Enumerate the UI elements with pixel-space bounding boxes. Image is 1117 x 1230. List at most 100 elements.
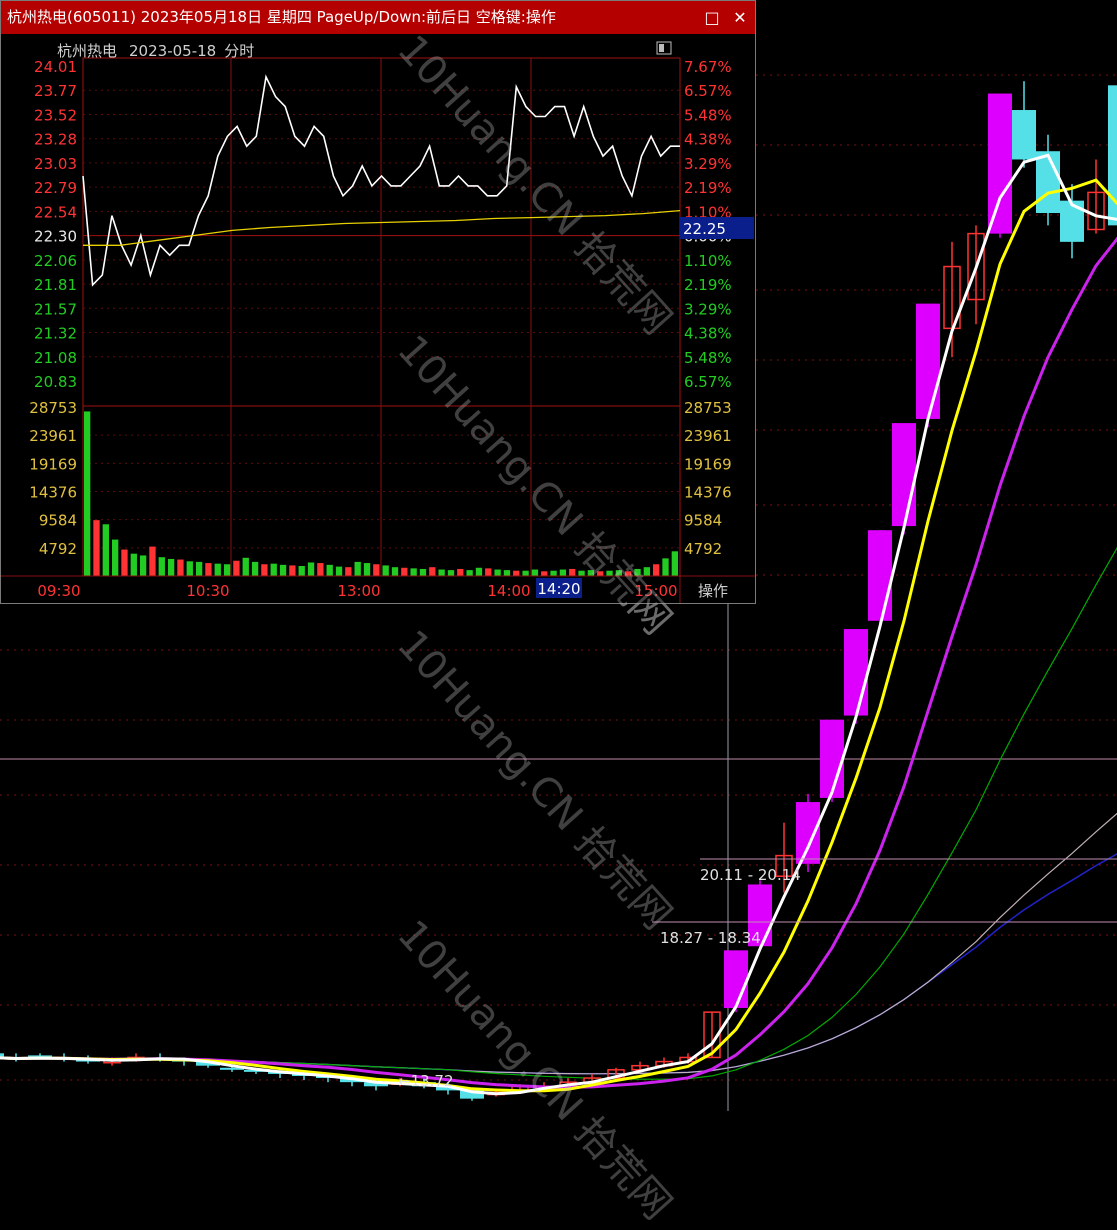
price-tick-label: 23.28	[34, 131, 77, 149]
volume-bar	[522, 570, 529, 576]
intraday-popup-window[interactable]: 杭州热电(605011) 2023年05月18日 星期四 PageUp/Down…	[0, 0, 756, 604]
volume-bar	[503, 570, 511, 576]
time-axis-label: 13:00	[337, 582, 380, 600]
volume-bar	[242, 557, 249, 576]
cursor-price-label: 22.25	[683, 220, 726, 238]
volume-bar	[578, 570, 585, 576]
volume-bar	[195, 561, 203, 576]
candle-body	[1012, 110, 1036, 160]
volume-bar	[597, 571, 604, 576]
volume-bar	[307, 562, 315, 576]
price-tick-label: 22.06	[34, 252, 77, 270]
candle-body	[1036, 151, 1060, 214]
volume-bar	[298, 566, 305, 576]
volume-bar	[419, 568, 427, 576]
percent-tick-label: 5.48%	[684, 349, 732, 367]
volume-bar	[177, 559, 184, 576]
volume-tick-label: 9584	[684, 512, 722, 530]
volume-bar	[326, 564, 333, 576]
percent-tick-label: 2.19%	[684, 179, 732, 197]
price-tick-label: 20.83	[34, 373, 77, 391]
volume-tick-label: 4792	[39, 540, 77, 558]
volume-bar	[550, 570, 557, 576]
percent-tick-label: 4.38%	[684, 131, 732, 149]
price-tick-label: 21.08	[34, 349, 77, 367]
volume-bar	[373, 564, 380, 576]
volume-tick-label: 19169	[684, 455, 732, 473]
volume-tick-label: 14376	[29, 484, 77, 502]
volume-bar	[429, 567, 436, 576]
candle-body	[820, 719, 844, 798]
volume-tick-label: 19169	[29, 455, 77, 473]
time-axis-label: 15:00	[634, 582, 677, 600]
volume-bar	[214, 563, 221, 576]
volume-bar	[401, 567, 408, 576]
time-axis-label: 14:00	[487, 582, 530, 600]
chart-header: 杭州热电 2023-05-18 分时	[57, 42, 254, 60]
price-tick-label: 21.57	[34, 300, 77, 318]
price-tick-label: 22.54	[34, 203, 77, 221]
volume-bar	[662, 558, 669, 576]
percent-tick-label: 5.48%	[684, 106, 732, 124]
volume-bar	[186, 561, 193, 576]
volume-bar	[391, 567, 399, 576]
percent-tick-label: 3.29%	[684, 155, 732, 173]
volume-bar	[615, 570, 623, 576]
close-button[interactable]: ✕	[728, 1, 752, 34]
volume-bar	[223, 564, 231, 576]
ma-line-gray	[0, 812, 1117, 1075]
volume-tick-label: 23961	[684, 427, 732, 445]
volume-bar	[130, 553, 137, 576]
volume-bar	[335, 566, 343, 576]
percent-tick-label: 7.67%	[684, 58, 732, 76]
price-tick-label: 24.01	[34, 58, 77, 76]
volume-bar	[653, 564, 660, 576]
time-axis-label: 10:30	[186, 582, 229, 600]
volume-bar	[671, 551, 678, 576]
volume-bar	[559, 569, 567, 576]
toggle-icon-fill	[659, 44, 664, 52]
candle-body	[916, 303, 940, 419]
price-tick-label: 23.77	[34, 82, 77, 100]
volume-bar	[121, 549, 128, 576]
candle-body	[724, 950, 748, 1009]
volume-bar	[289, 565, 296, 576]
volume-bar	[643, 567, 651, 576]
window-titlebar[interactable]: 杭州热电(605011) 2023年05月18日 星期四 PageUp/Down…	[1, 1, 755, 34]
candle-body	[868, 530, 892, 621]
volume-bar	[149, 546, 156, 576]
candle-body	[892, 423, 916, 527]
intraday-chart[interactable]: 杭州热电2023-05-18分时杭州热电24.017.67%23.776.57%…	[1, 34, 755, 603]
time-axis-label: 09:30	[37, 582, 80, 600]
volume-bar	[475, 567, 483, 576]
percent-tick-label: 1.10%	[684, 252, 732, 270]
candle-body	[1060, 200, 1084, 242]
volume-bar	[541, 571, 548, 576]
price-tick-label: 21.81	[34, 276, 77, 294]
candle-body	[988, 93, 1012, 234]
volume-tick-label: 23961	[29, 427, 77, 445]
header-date: 2023-05-18	[129, 42, 216, 60]
volume-bar	[354, 561, 361, 576]
window-title: 杭州热电(605011) 2023年05月18日 星期四 PageUp/Down…	[7, 8, 556, 26]
header-period: 分时	[224, 42, 254, 60]
volume-bar	[233, 560, 240, 576]
price-tick-label: 22.79	[34, 179, 77, 197]
volume-bar	[363, 563, 371, 576]
zone-annotation: 18.27 - 18.34	[660, 929, 761, 947]
volume-bar	[251, 561, 259, 576]
volume-tick-label: 14376	[684, 484, 732, 502]
percent-tick-label: 3.29%	[684, 300, 732, 318]
volume-bar	[634, 568, 641, 576]
volume-bar	[261, 564, 268, 576]
candle-body	[844, 629, 868, 716]
volume-bar	[345, 567, 352, 576]
operate-button[interactable]: 操作	[698, 582, 728, 600]
maximize-button[interactable]: □	[700, 1, 724, 34]
volume-bar	[102, 524, 109, 576]
volume-bar	[569, 568, 576, 576]
price-tick-label: 23.52	[34, 106, 77, 124]
volume-bar	[606, 570, 613, 576]
percent-tick-label: 6.57%	[684, 373, 732, 391]
volume-tick-label: 28753	[29, 399, 77, 417]
